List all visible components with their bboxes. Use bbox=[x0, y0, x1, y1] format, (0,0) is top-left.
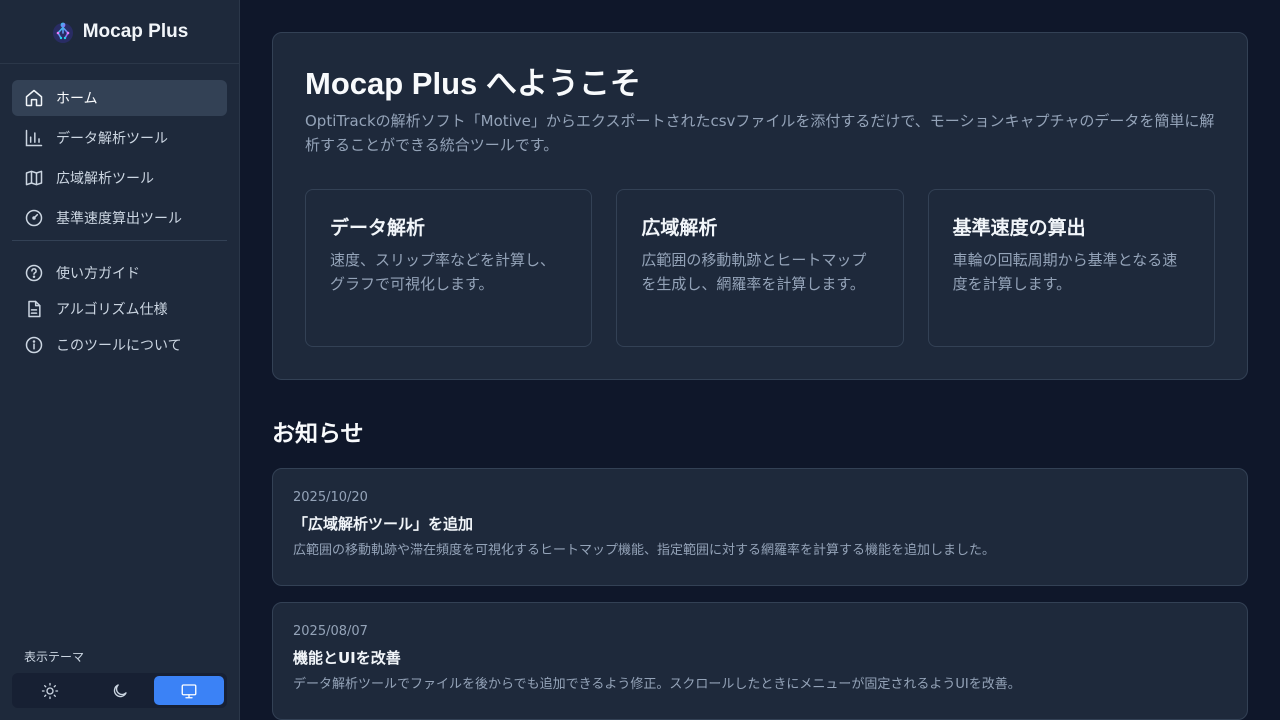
main-nav: ホーム データ解析ツール 広域解析ツール 基準速度算出ツール bbox=[0, 64, 239, 236]
news-date: 2025/10/20 bbox=[293, 490, 368, 505]
document-icon bbox=[28, 300, 41, 318]
sidebar-item-wide-area[interactable]: 広域解析ツール bbox=[12, 160, 227, 196]
brand[interactable]: Mocap Plus bbox=[0, 0, 239, 64]
map-icon bbox=[25, 170, 43, 186]
news-heading: お知らせ bbox=[272, 421, 364, 447]
bar-chart-icon bbox=[25, 129, 43, 147]
sidebar-item-about[interactable]: このツールについて bbox=[12, 329, 227, 361]
sidebar-item-label: 使い方ガイド bbox=[56, 266, 140, 282]
sidebar-item-guide[interactable]: 使い方ガイド bbox=[12, 257, 227, 289]
sidebar-item-home[interactable]: ホーム bbox=[12, 80, 227, 116]
sidebar-item-label: このツールについて bbox=[56, 338, 182, 354]
news-text: 広範囲の移動軌跡や滞在頻度を可視化するヒートマップ機能、指定範囲に対する網羅率を… bbox=[293, 543, 996, 558]
app-logo-icon bbox=[52, 22, 73, 43]
news-title: 機能とUIを改善 bbox=[293, 649, 401, 667]
news-text: データ解析ツールでファイルを後からでも追加できるよう修正。スクロールしたときにメ… bbox=[293, 677, 1021, 692]
theme-label: 表示テーマ bbox=[24, 650, 85, 664]
help-circle-icon bbox=[25, 264, 43, 282]
feature-title: 広域解析 bbox=[641, 217, 718, 239]
sidebar-item-label: データ解析ツール bbox=[56, 131, 168, 147]
news-title: 「広域解析ツール」を追加 bbox=[293, 515, 474, 533]
news-item: 2025/08/07 機能とUIを改善 データ解析ツールでファイルを後からでも追… bbox=[272, 602, 1248, 720]
gauge-icon bbox=[25, 209, 43, 227]
theme-light-button[interactable] bbox=[15, 676, 85, 705]
intro-text: OptiTrackの解析ソフト「Motive」からエクスポートされたcsvファイ… bbox=[305, 112, 1215, 154]
sidebar-item-data-analysis[interactable]: データ解析ツール bbox=[12, 120, 227, 156]
feature-text: 速度、スリップ率などを計算し、グラフで可視化します。 bbox=[330, 251, 556, 293]
news-item: 2025/10/20 「広域解析ツール」を追加 広範囲の移動軌跡や滞在頻度を可視… bbox=[272, 468, 1248, 586]
feature-list: データ解析 速度、スリップ率などを計算し、グラフで可視化します。 広域解析 広範… bbox=[305, 189, 1215, 347]
feature-card-base-speed[interactable]: 基準速度の算出 車輪の回転周期から基準となる速度を計算します。 bbox=[927, 189, 1215, 347]
feature-title: データ解析 bbox=[330, 217, 426, 239]
theme-system-button[interactable] bbox=[154, 676, 225, 705]
monitor-icon bbox=[181, 683, 197, 698]
sidebar-item-algorithm[interactable]: アルゴリズム仕様 bbox=[12, 293, 227, 325]
sidebar-item-label: アルゴリズム仕様 bbox=[56, 302, 168, 318]
sidebar: Mocap Plus ホーム データ解析ツール 広域解析ツール 基準速度算出ツー… bbox=[0, 0, 240, 720]
app-name: Mocap Plus bbox=[82, 20, 189, 42]
home-icon bbox=[25, 89, 43, 107]
main-content: Mocap Plus へようこそ OptiTrackの解析ソフト「Motive」… bbox=[240, 0, 1280, 720]
sidebar-item-base-speed[interactable]: 基準速度算出ツール bbox=[12, 200, 227, 236]
sidebar-item-label: ホーム bbox=[56, 91, 98, 107]
sidebar-item-label: 基準速度算出ツール bbox=[56, 211, 182, 227]
theme-dark-button[interactable] bbox=[85, 676, 155, 705]
news-date: 2025/08/07 bbox=[293, 624, 368, 639]
secondary-nav: 使い方ガイド アルゴリズム仕様 このツールについて bbox=[0, 241, 239, 361]
feature-text: 広範囲の移動軌跡とヒートマップを生成し、網羅率を計算します。 bbox=[641, 251, 867, 293]
moon-icon bbox=[113, 683, 127, 697]
welcome-card: Mocap Plus へようこそ OptiTrackの解析ソフト「Motive」… bbox=[272, 32, 1248, 380]
feature-card-data-analysis[interactable]: データ解析 速度、スリップ率などを計算し、グラフで可視化します。 bbox=[305, 189, 593, 347]
feature-text: 車輪の回転周期から基準となる速度を計算します。 bbox=[952, 251, 1178, 293]
info-icon bbox=[25, 336, 43, 354]
sun-icon bbox=[41, 682, 59, 699]
page-title: Mocap Plus へようこそ bbox=[305, 66, 641, 101]
sidebar-item-label: 広域解析ツール bbox=[56, 171, 154, 187]
theme-switch bbox=[12, 673, 227, 708]
feature-title: 基準速度の算出 bbox=[952, 217, 1086, 239]
feature-card-wide-area[interactable]: 広域解析 広範囲の移動軌跡とヒートマップを生成し、網羅率を計算します。 bbox=[616, 189, 904, 347]
